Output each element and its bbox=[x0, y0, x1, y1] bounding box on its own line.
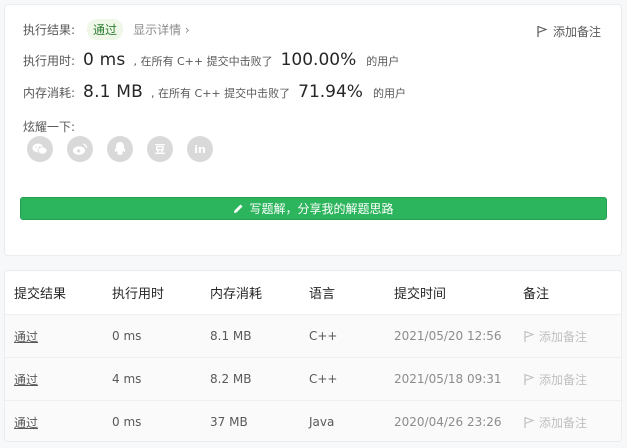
share-icons: 豆 in bbox=[27, 136, 227, 162]
write-solution-label: 写题解，分享我的解题思路 bbox=[249, 202, 394, 216]
add-note-label: 添加备注 bbox=[552, 25, 601, 39]
header-submitted: 提交时间 bbox=[394, 287, 447, 302]
row-submitted: 2020/04/26 23:26 bbox=[394, 415, 502, 429]
submissions-table: 提交结果 执行用时 内存消耗 语言 提交时间 备注 通过 0 ms 8.1 MB… bbox=[4, 270, 622, 442]
row-add-note-button[interactable]: 添加备注 bbox=[523, 414, 587, 431]
row-add-note-label: 添加备注 bbox=[539, 415, 588, 430]
memory-row: 内存消耗: 8.1 MB , 在所有 C++ 提交中击败了 71.94% 的用户 bbox=[23, 82, 406, 102]
table-header-row: 提交结果 执行用时 内存消耗 语言 提交时间 备注 bbox=[5, 271, 621, 315]
runtime-row: 执行用时: 0 ms , 在所有 C++ 提交中击败了 100.00% 的用户 bbox=[23, 50, 399, 70]
row-submitted: 2021/05/18 09:31 bbox=[394, 372, 502, 386]
flag-icon bbox=[537, 25, 548, 37]
runtime-prefix: , 在所有 C++ 提交中击败了 bbox=[133, 55, 273, 68]
result-label: 执行结果: bbox=[23, 23, 76, 37]
memory-label: 内存消耗: bbox=[23, 86, 76, 100]
row-submitted: 2021/05/20 12:56 bbox=[394, 329, 502, 343]
result-row: 执行结果: 通过 显示详情 › bbox=[23, 19, 190, 40]
result-status-badge: 通过 bbox=[87, 19, 124, 40]
header-status: 提交结果 bbox=[14, 287, 67, 302]
douban-glyph: 豆 bbox=[154, 143, 166, 156]
row-runtime: 0 ms bbox=[112, 415, 142, 429]
add-note-button[interactable]: 添加备注 bbox=[536, 23, 601, 40]
memory-prefix: , 在所有 C++ 提交中击败了 bbox=[151, 87, 291, 100]
runtime-value: 0 ms bbox=[83, 50, 126, 70]
table-row: 通过 0 ms 37 MB Java 2020/04/26 23:26 添加备注 bbox=[5, 401, 621, 441]
flag-icon bbox=[524, 373, 535, 385]
submission-result-card: 执行结果: 通过 显示详情 › 添加备注 执行用时: 0 ms , 在所有 C+… bbox=[4, 4, 622, 256]
row-memory: 37 MB bbox=[210, 415, 248, 429]
qq-icon[interactable] bbox=[107, 136, 133, 162]
row-runtime: 4 ms bbox=[112, 372, 142, 386]
flag-icon bbox=[524, 416, 535, 428]
table-row: 通过 0 ms 8.1 MB C++ 2021/05/20 12:56 添加备注 bbox=[5, 315, 621, 358]
share-label: 炫耀一下: bbox=[23, 120, 76, 134]
linkedin-icon[interactable]: in bbox=[187, 136, 213, 162]
memory-percent: 71.94% bbox=[298, 82, 363, 102]
header-runtime: 执行用时 bbox=[112, 287, 165, 302]
row-language: C++ bbox=[309, 372, 338, 386]
runtime-percent: 100.00% bbox=[280, 50, 357, 70]
runtime-label: 执行用时: bbox=[23, 54, 76, 68]
row-runtime: 0 ms bbox=[112, 329, 142, 343]
douban-icon[interactable]: 豆 bbox=[147, 136, 173, 162]
row-status-link[interactable]: 通过 bbox=[14, 371, 38, 388]
row-add-note-button[interactable]: 添加备注 bbox=[523, 371, 587, 388]
row-language: C++ bbox=[309, 329, 338, 343]
row-status-link[interactable]: 通过 bbox=[14, 414, 38, 431]
table-row: 通过 4 ms 8.2 MB C++ 2021/05/18 09:31 添加备注 bbox=[5, 358, 621, 401]
header-note: 备注 bbox=[523, 287, 550, 302]
write-solution-button[interactable]: 写题解，分享我的解题思路 bbox=[20, 197, 607, 220]
row-status-link[interactable]: 通过 bbox=[14, 328, 38, 345]
wechat-icon[interactable] bbox=[27, 136, 53, 162]
weibo-icon[interactable] bbox=[67, 136, 93, 162]
memory-suffix: 的用户 bbox=[372, 87, 406, 100]
row-add-note-label: 添加备注 bbox=[539, 329, 588, 344]
header-language: 语言 bbox=[309, 287, 336, 302]
linkedin-glyph: in bbox=[194, 142, 206, 156]
row-memory: 8.2 MB bbox=[210, 372, 252, 386]
row-memory: 8.1 MB bbox=[210, 329, 252, 343]
pencil-icon bbox=[234, 204, 243, 213]
row-add-note-button[interactable]: 添加备注 bbox=[523, 328, 587, 345]
show-details-link[interactable]: 显示详情 › bbox=[133, 21, 190, 38]
flag-icon bbox=[524, 330, 535, 342]
row-add-note-label: 添加备注 bbox=[539, 372, 588, 387]
runtime-suffix: 的用户 bbox=[366, 55, 400, 68]
row-language: Java bbox=[309, 415, 335, 429]
memory-value: 8.1 MB bbox=[83, 82, 144, 102]
header-memory: 内存消耗 bbox=[210, 287, 263, 302]
